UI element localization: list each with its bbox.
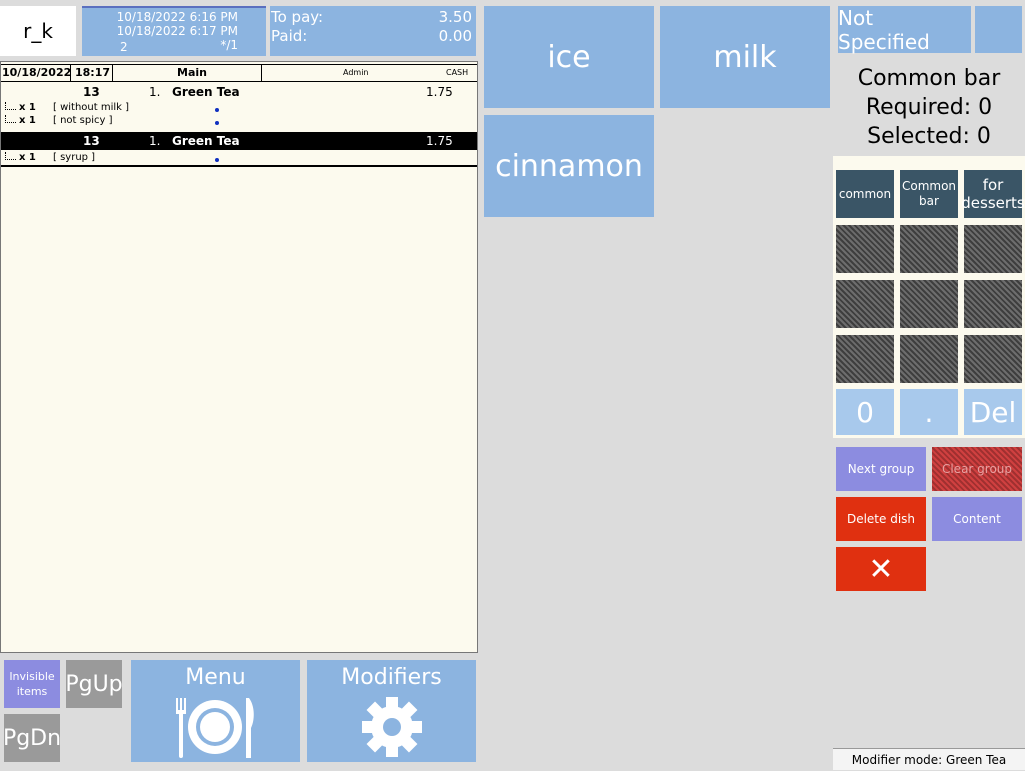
empty-group-slot [836, 280, 894, 328]
content-button[interactable]: Content [932, 497, 1022, 541]
group-for-desserts-button[interactable]: for desserts [961, 170, 1025, 218]
empty-group-slot [964, 225, 1022, 273]
modifier-qty: x 1 [19, 102, 36, 113]
modifier-dot [215, 121, 219, 125]
modifier-ice-button[interactable]: ice [484, 6, 654, 108]
empty-group-slot [836, 335, 894, 383]
selected-count: Selected: 0 [867, 124, 991, 149]
modifier-dot [215, 108, 219, 112]
modifier-row[interactable]: x 1 [ syrup ] [1, 152, 477, 167]
logo-text: r_k [23, 19, 53, 43]
modifiers-button[interactable]: Modifiers [307, 660, 476, 762]
item-name: Green Tea [172, 85, 240, 99]
next-group-label: Next group [847, 462, 915, 476]
order-hall: Main [177, 66, 207, 79]
empty-group-slot [900, 225, 958, 273]
close-button[interactable]: ✕ [836, 547, 926, 591]
modifiers-label: Modifiers [341, 665, 442, 690]
status-bar: Modifier mode: Green Tea [833, 748, 1025, 770]
modifier-mode-status: Modifier mode: Green Tea [851, 753, 1007, 767]
order-item-row-selected[interactable]: 13 1. Green Tea 1.75 [1, 132, 477, 150]
empty-group-slot [900, 280, 958, 328]
plate-cutlery-icon [176, 698, 254, 758]
required-count: Required: 0 [865, 95, 993, 120]
keypad-zero-label: 0 [856, 395, 874, 429]
modifier-row[interactable]: x 1 [ without milk ] [1, 102, 477, 115]
group-common-button[interactable]: common [836, 170, 894, 218]
order-info-box: 10/18/2022 6:16 PM 10/18/2022 6:17 PM 2 … [82, 6, 266, 56]
clear-group-label: Clear group [941, 462, 1013, 476]
group-common-label: common [838, 186, 892, 201]
keypad-dot-button[interactable]: . [900, 389, 958, 435]
page-up-label: PgUp [65, 671, 123, 697]
modifier-dot [215, 158, 219, 162]
not-specified-button[interactable]: Not Specified [838, 5, 971, 54]
invisible-items-label: Invisible items [9, 670, 55, 698]
empty-group-slot [836, 225, 894, 273]
not-specified-label: Not Specified [838, 5, 930, 54]
keypad-dot-label: . [924, 395, 934, 429]
delete-dish-button[interactable]: Delete dish [836, 497, 926, 541]
to-pay-label: To pay: [271, 8, 324, 26]
next-group-button[interactable]: Next group [836, 447, 926, 491]
modifier-milk-button[interactable]: milk [660, 6, 830, 108]
delete-dish-label: Delete dish [846, 512, 916, 526]
guest-count: 2 [120, 40, 128, 54]
item-index: 1. [149, 134, 161, 148]
page-down-label: PgDn [2, 725, 62, 751]
table-ref: */1 [220, 38, 238, 52]
keypad-zero-button[interactable]: 0 [836, 389, 894, 435]
item-name: Green Tea [172, 134, 240, 148]
gear-icon [362, 697, 422, 757]
order-item-row[interactable]: 13 1. Green Tea 1.75 [1, 83, 477, 100]
modifier-name: [ syrup ] [53, 152, 96, 163]
empty-group-slot [964, 335, 1022, 383]
content-label: Content [953, 512, 1001, 526]
paid-label: Paid: [271, 27, 308, 45]
group-for-desserts-label: for desserts [961, 176, 1025, 212]
item-price: 1.75 [426, 134, 453, 148]
empty-group-slot [900, 335, 958, 383]
clear-group-button[interactable]: Clear group [932, 447, 1022, 491]
page-down-button[interactable]: PgDn [2, 714, 62, 762]
order-waiter: Admin [343, 68, 369, 77]
order-check-panel[interactable]: 10/18/2022 18:17 Main Admin CASH 13 1. G… [0, 61, 478, 653]
modifier-qty: x 1 [19, 152, 36, 163]
to-pay-value: 3.50 [438, 8, 472, 26]
group-info: Common bar Required: 0 Selected: 0 [834, 64, 1024, 151]
logo: r_k [0, 6, 76, 56]
order-header-row: 10/18/2022 18:17 Main Admin CASH [1, 64, 477, 82]
modifier-name: [ without milk ] [53, 102, 130, 113]
order-time: 18:17 [75, 66, 111, 79]
payment-box: To pay: 3.50 Paid: 0.00 [270, 6, 476, 56]
modifier-ice-label: ice [547, 39, 591, 75]
modifier-qty: x 1 [19, 115, 36, 126]
close-icon: ✕ [868, 551, 894, 587]
menu-button[interactable]: Menu [131, 660, 300, 762]
item-seat: 13 [83, 134, 100, 148]
modifier-cinnamon-button[interactable]: cinnamon [484, 115, 654, 217]
paid-value: 0.00 [438, 27, 472, 45]
order-pay-type: CASH [446, 68, 469, 77]
group-common-bar-button[interactable]: Common bar [900, 170, 958, 218]
item-seat: 13 [83, 85, 100, 99]
side-option-button[interactable] [975, 6, 1022, 53]
item-price: 1.75 [426, 85, 453, 99]
print-date: 10/18/2022 6:17 PM [116, 24, 238, 38]
modifier-row[interactable]: x 1 [ not spicy ] [1, 115, 477, 128]
keypad-delete-label: Del [969, 395, 1017, 429]
group-common-bar-label: Common bar [901, 179, 957, 208]
group-name: Common bar [857, 66, 1001, 91]
empty-group-slot [964, 280, 1022, 328]
order-date: 10/18/2022 [2, 66, 72, 79]
modifier-milk-label: milk [713, 39, 777, 75]
menu-label: Menu [185, 665, 246, 690]
open-date: 10/18/2022 6:16 PM [116, 10, 238, 24]
page-up-button[interactable]: PgUp [65, 660, 123, 708]
keypad-delete-button[interactable]: Del [964, 389, 1022, 435]
invisible-items-button[interactable]: Invisible items [4, 660, 60, 708]
modifier-name: [ not spicy ] [53, 115, 113, 126]
modifier-cinnamon-label: cinnamon [495, 148, 643, 184]
item-index: 1. [149, 85, 161, 99]
